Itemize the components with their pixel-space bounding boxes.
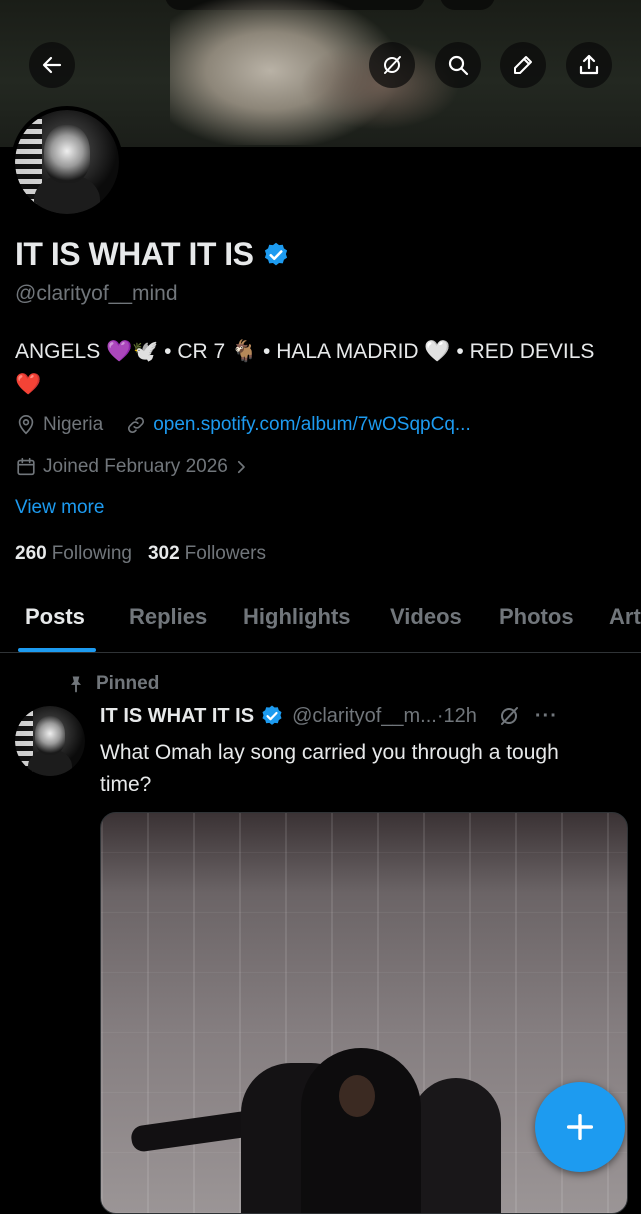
calendar-icon [17, 457, 35, 476]
post-author-avatar[interactable] [15, 706, 85, 776]
profile-handle: @clarityof__mind [15, 282, 178, 305]
profile-tabs: Posts Replies Highlights Videos Photos A… [0, 592, 641, 653]
post-timestamp[interactable]: ·12h [437, 705, 477, 728]
tab-replies[interactable]: Replies [129, 604, 207, 630]
following-count: 260 [15, 543, 47, 564]
post-author-name[interactable]: IT IS WHAT IT IS [100, 705, 254, 728]
active-tab-indicator [18, 648, 96, 652]
verified-badge-icon[interactable] [262, 241, 290, 269]
post-header: IT IS WHAT IT IS @clarityof__m... ·12h ·… [100, 704, 630, 728]
followers-count: 302 [147, 543, 180, 564]
following-label: Following [51, 543, 132, 564]
post-author-handle[interactable]: @clarityof__m... [292, 705, 437, 728]
tab-highlights[interactable]: Highlights [243, 604, 351, 630]
avatar-image [15, 110, 119, 214]
tab-posts[interactable]: Posts [25, 604, 85, 630]
grok-icon [384, 56, 401, 74]
tab-articles[interactable]: Art [609, 604, 641, 630]
profile-location: Nigeria [43, 414, 104, 435]
verified-badge-icon [262, 705, 282, 725]
pin-icon [71, 676, 81, 693]
follow-stats: 260 Following 302 Followers [15, 543, 266, 565]
post-text: What Omah lay song carried you through a… [100, 741, 559, 796]
profile-joined: Joined February 2026 [43, 456, 228, 477]
location-pin-icon [18, 415, 34, 435]
followers-label: Followers [184, 543, 266, 564]
back-arrow-icon [42, 56, 62, 74]
profile-meta-row: Nigeria open.spotify.com/album/7wOSqpCq.… [15, 414, 471, 436]
pinned-label-row: Pinned [66, 673, 159, 695]
followers-stat[interactable]: 302 Followers [148, 543, 266, 565]
profile-avatar[interactable] [11, 106, 123, 218]
chevron-right-icon [237, 460, 245, 474]
edit-pencil-icon [514, 56, 532, 74]
tab-videos[interactable]: Videos [390, 604, 462, 630]
pinned-label: Pinned [96, 673, 160, 694]
profile-bio: ANGELS 💜🕊️ • CR 7 🐐 • HALA MADRID 🤍 • RE… [15, 340, 595, 396]
link-icon [128, 416, 145, 434]
tab-photos[interactable]: Photos [499, 604, 574, 630]
profile-name: IT IS WHAT IT IS [15, 236, 254, 272]
following-stat[interactable]: 260 Following [15, 543, 132, 565]
share-button[interactable] [566, 42, 612, 88]
grok-icon[interactable] [497, 704, 521, 728]
back-button[interactable] [29, 42, 75, 88]
view-more-link[interactable]: View more [15, 497, 104, 519]
avatar-image [15, 706, 85, 776]
search-icon [448, 55, 469, 76]
more-options-icon[interactable]: ··· [535, 705, 558, 728]
compose-button[interactable] [535, 1082, 625, 1172]
share-icon [579, 54, 599, 75]
banner-shape [440, 0, 495, 10]
grok-button[interactable] [369, 42, 415, 88]
plus-icon [566, 1113, 594, 1141]
profile-name-row: IT IS WHAT IT IS [15, 236, 290, 273]
search-button[interactable] [435, 42, 481, 88]
profile-link[interactable]: open.spotify.com/album/7wOSqpCq... [153, 414, 471, 436]
joined-row[interactable]: Joined February 2026 [15, 456, 256, 478]
edit-button[interactable] [500, 42, 546, 88]
